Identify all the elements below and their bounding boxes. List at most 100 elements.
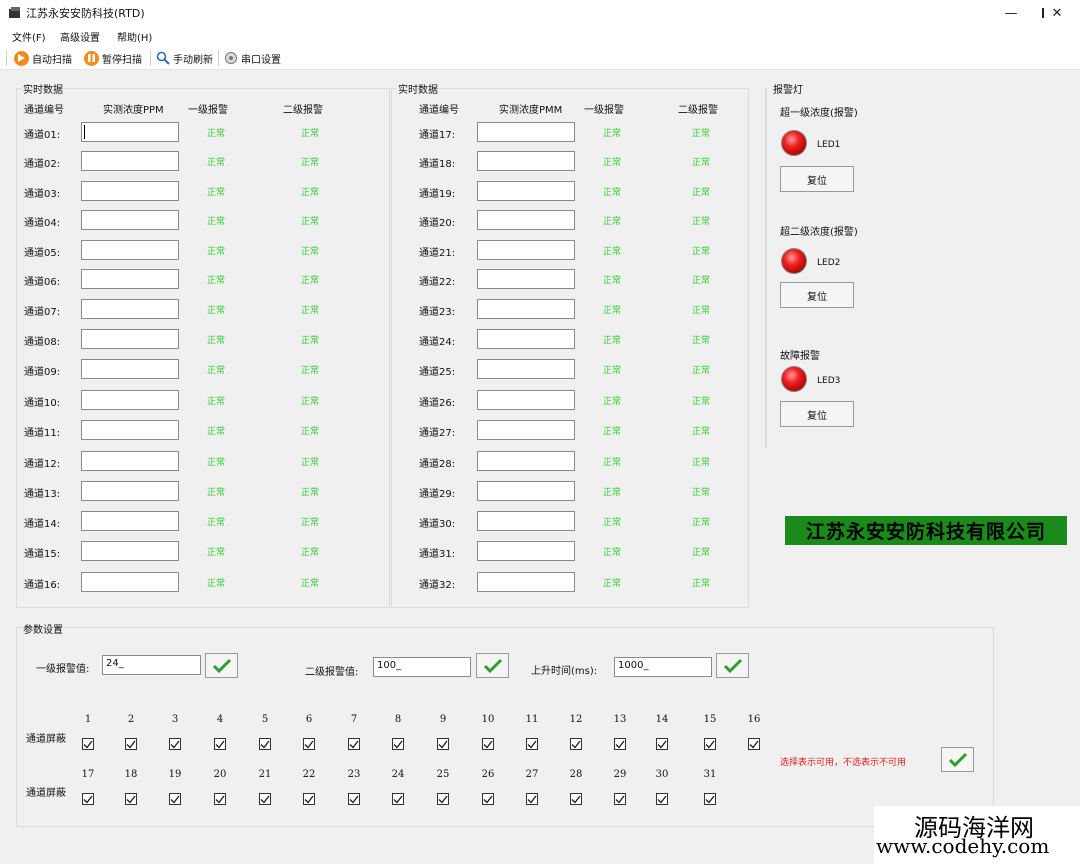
channel-mask-checkbox[interactable]	[656, 738, 668, 750]
level2-threshold-input[interactable]: 100_	[373, 657, 471, 677]
channel-mask-checkbox[interactable]	[348, 738, 360, 750]
concentration-field[interactable]	[81, 329, 179, 349]
concentration-field[interactable]	[477, 299, 575, 319]
channel-mask-checkbox[interactable]	[614, 738, 626, 750]
concentration-field[interactable]	[477, 390, 575, 410]
concentration-field[interactable]	[477, 451, 575, 471]
concentration-field[interactable]	[81, 210, 179, 230]
checkmark-icon	[304, 795, 314, 804]
checkmark-icon	[126, 740, 136, 749]
concentration-field[interactable]	[81, 541, 179, 561]
channel-mask-checkbox[interactable]	[169, 738, 181, 750]
channel-mask-checkbox[interactable]	[437, 738, 449, 750]
concentration-field[interactable]	[477, 269, 575, 289]
concentration-field[interactable]	[477, 481, 575, 501]
concentration-field[interactable]	[81, 122, 179, 142]
level2-status: 正常	[692, 397, 711, 407]
channel-mask-checkbox[interactable]	[169, 793, 181, 805]
concentration-field[interactable]	[81, 299, 179, 319]
channel-label: 通道04:	[24, 218, 61, 229]
serial-port-icon	[225, 52, 237, 64]
channel-mask-checkbox[interactable]	[214, 793, 226, 805]
channel-number: 27	[525, 769, 539, 780]
concentration-field[interactable]	[81, 451, 179, 471]
channel-label: 通道22:	[419, 277, 456, 288]
channel-mask-checkbox[interactable]	[570, 738, 582, 750]
concentration-field[interactable]	[477, 511, 575, 531]
level1-confirm-button[interactable]	[205, 653, 238, 678]
channel-mask-checkbox[interactable]	[614, 793, 626, 805]
menu-advanced-settings[interactable]: 高级设置	[60, 29, 100, 44]
alarm-label-level1: 超一级浓度(报警)	[780, 108, 858, 119]
concentration-field[interactable]	[477, 572, 575, 592]
pause-scan-button[interactable]: 暂停扫描	[84, 49, 142, 67]
concentration-field[interactable]	[81, 572, 179, 592]
channel-mask-checkbox[interactable]	[437, 793, 449, 805]
concentration-field[interactable]	[477, 210, 575, 230]
level1-status: 正常	[207, 579, 226, 589]
menu-help[interactable]: 帮助(H)	[117, 29, 152, 44]
channel-mask-checkbox[interactable]	[82, 738, 94, 750]
channel-mask-checkbox[interactable]	[704, 793, 716, 805]
channel-mask-checkbox[interactable]	[526, 738, 538, 750]
manual-refresh-button[interactable]: 手动刷新	[156, 49, 213, 67]
close-button[interactable]: ✕	[1034, 0, 1080, 26]
channel-mask-checkbox[interactable]	[125, 793, 137, 805]
concentration-field[interactable]	[477, 240, 575, 260]
serial-settings-button[interactable]: 串口设置	[224, 49, 281, 67]
rise-time-input[interactable]: 1000_	[614, 657, 712, 677]
reset-button-3[interactable]: 复位	[780, 401, 854, 427]
concentration-field[interactable]	[81, 420, 179, 440]
mask-confirm-button[interactable]	[941, 747, 974, 772]
reset-button-1[interactable]: 复位	[780, 166, 854, 192]
channel-mask-checkbox[interactable]	[482, 738, 494, 750]
concentration-field[interactable]	[477, 541, 575, 561]
channel-mask-checkbox[interactable]	[482, 793, 494, 805]
reset-button-2[interactable]: 复位	[780, 282, 854, 308]
concentration-field[interactable]	[81, 481, 179, 501]
channel-mask-checkbox[interactable]	[570, 793, 582, 805]
concentration-field[interactable]	[477, 151, 575, 171]
checkmark-icon	[215, 795, 225, 804]
channel-mask-checkbox[interactable]	[656, 793, 668, 805]
concentration-field[interactable]	[477, 181, 575, 201]
channel-mask-checkbox[interactable]	[259, 738, 271, 750]
concentration-field[interactable]	[477, 329, 575, 349]
channel-mask-checkbox[interactable]	[348, 793, 360, 805]
alarm-panel-border	[765, 88, 767, 448]
channel-mask-checkbox[interactable]	[392, 738, 404, 750]
concentration-field[interactable]	[477, 420, 575, 440]
concentration-field[interactable]	[81, 181, 179, 201]
channel-mask-checkbox[interactable]	[303, 793, 315, 805]
concentration-field[interactable]	[81, 390, 179, 410]
title-bar: 江苏永安安防科技(RTD) — ✕	[0, 0, 1080, 26]
channel-mask-checkbox[interactable]	[526, 793, 538, 805]
concentration-field[interactable]	[477, 359, 575, 379]
channel-mask-checkbox[interactable]	[392, 793, 404, 805]
led-indicator-3	[781, 366, 807, 392]
concentration-field[interactable]	[81, 269, 179, 289]
concentration-field[interactable]	[81, 240, 179, 260]
level2-status: 正常	[692, 488, 711, 498]
channel-mask-checkbox[interactable]	[82, 793, 94, 805]
level1-threshold-input[interactable]: 24_	[102, 655, 201, 675]
channel-label: 通道06:	[24, 277, 61, 288]
rise-time-confirm-button[interactable]	[716, 653, 749, 678]
channel-number: 12	[569, 714, 583, 725]
menu-file[interactable]: 文件(F)	[12, 29, 46, 44]
concentration-field[interactable]	[81, 511, 179, 531]
header-channel: 通道编号	[24, 105, 64, 116]
channel-mask-checkbox[interactable]	[259, 793, 271, 805]
channel-mask-checkbox[interactable]	[303, 738, 315, 750]
concentration-field[interactable]	[477, 122, 575, 142]
channel-mask-checkbox[interactable]	[748, 738, 760, 750]
auto-scan-button[interactable]: 自动扫描	[14, 49, 72, 67]
channel-mask-checkbox[interactable]	[214, 738, 226, 750]
channel-mask-checkbox[interactable]	[125, 738, 137, 750]
concentration-field[interactable]	[81, 151, 179, 171]
level2-status: 正常	[301, 458, 320, 468]
pause-scan-label: 暂停扫描	[102, 54, 142, 66]
concentration-field[interactable]	[81, 359, 179, 379]
level2-confirm-button[interactable]	[476, 653, 509, 678]
channel-mask-checkbox[interactable]	[704, 738, 716, 750]
